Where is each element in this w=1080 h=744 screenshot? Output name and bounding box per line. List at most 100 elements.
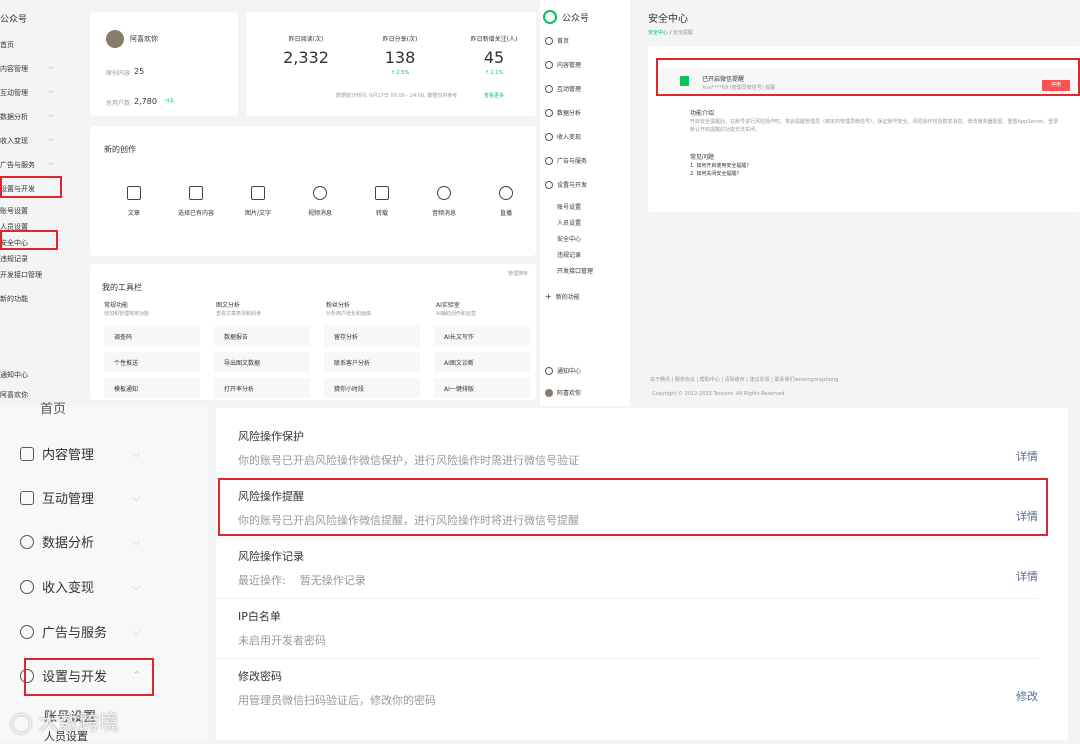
highlight-status: [656, 58, 1080, 96]
nav-label: 广告与服务: [557, 158, 588, 165]
overview-value: 45: [483, 48, 505, 67]
nav-analytics[interactable]: 数据分析: [545, 108, 581, 117]
overview-label: 昨日新增关注(人): [470, 36, 518, 43]
nav-security-center[interactable]: 安全中心: [557, 234, 581, 243]
nav-label: 收入变现: [42, 581, 95, 596]
plus-icon: +: [545, 292, 552, 301]
nav-staff-settings[interactable]: 人员设置: [557, 218, 581, 227]
nav-ads[interactable]: 广告与服务 ⌵: [20, 622, 140, 641]
nav-dev-api[interactable]: 开发接口管理: [557, 266, 593, 275]
footer-link[interactable]: 关于腾讯: [650, 377, 670, 383]
nav-label: 内容管理: [557, 62, 582, 69]
user-card: 阿喜欢你 原创内容 25 总用户数 2,780 +1: [90, 12, 238, 116]
highlight-settings: [0, 176, 62, 198]
nav-label: 设置与开发: [557, 182, 588, 189]
nav-new-features[interactable]: + 新的功能: [545, 292, 580, 301]
nav-account-settings[interactable]: 账号设置: [557, 202, 581, 211]
tool-item[interactable]: 导出图文数据: [214, 352, 310, 372]
create-existing[interactable]: 选择已有内容: [168, 186, 224, 217]
nav-user[interactable]: 阿喜欢你: [0, 390, 28, 400]
avatar: [545, 388, 553, 397]
nav-home[interactable]: 首页: [545, 36, 569, 45]
faq-item[interactable]: 1. 如何开启使用安全提醒?: [690, 162, 749, 169]
tool-item[interactable]: AI一键排版: [434, 378, 530, 398]
nav-user[interactable]: 阿喜欢你: [545, 388, 581, 397]
tool-item[interactable]: 模板通知: [104, 378, 200, 398]
tool-label: 数据报告: [224, 333, 249, 341]
tool-item[interactable]: AI图文诊断: [434, 352, 530, 372]
nav-content[interactable]: 内容管理: [0, 64, 28, 74]
image-icon: [251, 186, 265, 200]
nav-violations[interactable]: 违规记录: [0, 254, 28, 264]
tool-cat[interactable]: 粉丝分析: [326, 300, 350, 309]
row-desc: 用管理员微信扫码验证后，修改你的密码: [238, 694, 436, 707]
tool-cat[interactable]: 图文分析: [216, 300, 240, 309]
manage-sort-link[interactable]: 管理排序: [508, 270, 528, 277]
detail-link[interactable]: 详情: [1016, 448, 1038, 464]
create-repost[interactable]: 转载: [354, 186, 410, 217]
chevron-down-icon: ⌵: [132, 490, 141, 504]
nav-interaction[interactable]: 互动管理: [545, 84, 581, 93]
nav-settings[interactable]: 设置与开发: [545, 180, 587, 189]
nav-interaction[interactable]: 互动管理 ⌵: [20, 488, 140, 507]
nav-monetize[interactable]: 收入变现: [0, 136, 28, 146]
create-image-text[interactable]: 图片/文字: [230, 186, 286, 217]
nav-account-settings[interactable]: 账号设置: [0, 206, 28, 216]
overview-more-link[interactable]: 查看更多: [484, 92, 504, 99]
tool-item[interactable]: 调查码: [104, 326, 200, 346]
nav-dev-api[interactable]: 开发接口管理: [0, 270, 42, 280]
nav-notifications[interactable]: 通知中心: [0, 370, 28, 380]
footer-link[interactable]: 清除缓存: [725, 377, 745, 383]
tool-item[interactable]: 留存分析: [324, 326, 420, 346]
copyright: Copyright © 2012-2025 Tencent. All Right…: [652, 391, 787, 397]
nav-new-features[interactable]: 新的功能: [0, 294, 28, 304]
row-desc: 你的账号已开启风险操作微信保护，进行风险操作时需进行微信号验证: [238, 454, 579, 467]
footer-link[interactable]: 服务协议: [675, 377, 695, 383]
nav-ads[interactable]: 广告与服务: [545, 156, 587, 165]
create-label: 转载: [375, 210, 388, 217]
nav-analytics[interactable]: 数据分析: [0, 112, 28, 122]
nav-analytics[interactable]: 数据分析 ⌵: [20, 532, 140, 551]
article-icon: [127, 186, 141, 200]
footer-links: 关于腾讯 | 服务协议 | 帮助中心 | 清除缓存 | 建议反馈 | 联系我们w…: [650, 377, 839, 383]
footer-link[interactable]: 联系我们weixingongzhong: [774, 377, 838, 383]
breadcrumb-link[interactable]: 安全中心: [648, 30, 668, 36]
detail-link[interactable]: 详情: [1016, 568, 1038, 584]
footer-link[interactable]: 建议反馈: [750, 377, 770, 383]
tool-cat[interactable]: 常规功能: [104, 300, 128, 309]
create-video[interactable]: 视频消息: [292, 186, 348, 217]
create-audio[interactable]: 音频消息: [416, 186, 472, 217]
nav-home[interactable]: 首页: [40, 398, 66, 417]
overview-value: 138: [384, 48, 416, 67]
nav-monetize[interactable]: 收入变现 ⌵: [20, 577, 140, 596]
compass-icon: [20, 624, 34, 639]
nav-ads[interactable]: 广告与服务: [0, 160, 35, 170]
nav-content[interactable]: 内容管理: [545, 60, 581, 69]
chat-icon: [20, 490, 34, 505]
tool-cat-desc: 分析用户增长和画像: [326, 311, 372, 317]
nav-interaction[interactable]: 互动管理: [0, 88, 28, 98]
tool-item[interactable]: 联系客户分析: [324, 352, 420, 372]
tool-cat[interactable]: AI实验室: [436, 300, 460, 309]
faq-item[interactable]: 2. 如何关闭安全提醒?: [690, 170, 739, 177]
nav-notifications[interactable]: 通知中心: [545, 366, 581, 375]
highlight-settings: [24, 658, 154, 696]
tool-item[interactable]: 猜你小时段: [324, 378, 420, 398]
watermark: ◯ 大数跨境: [10, 706, 119, 735]
modify-link[interactable]: 修改: [1016, 688, 1038, 704]
tool-item[interactable]: 数据报告: [214, 326, 310, 346]
nav-violations[interactable]: 违规记录: [557, 250, 581, 259]
tool-item[interactable]: AI长文写作: [434, 326, 530, 346]
tool-item[interactable]: 打开率分析: [214, 378, 310, 398]
nav-monetize[interactable]: 收入变现: [545, 132, 581, 141]
create-live[interactable]: 直播: [478, 186, 534, 217]
footer-link[interactable]: 帮助中心: [700, 377, 720, 383]
document-icon: [545, 60, 553, 69]
left-sidebar: 公众号 首页 内容管理 ⌵ 互动管理 ⌵ 数据分析 ⌵ 收入变现 ⌵ 广告与服务 ⌵ 设置…: [0, 0, 80, 400]
nav-home[interactable]: 首页: [0, 40, 14, 50]
stat-label: 原创内容: [106, 70, 131, 77]
nav-content[interactable]: 内容管理 ⌵: [20, 444, 140, 463]
tool-item[interactable]: 个性推送: [104, 352, 200, 372]
chevron-down-icon: ⌵: [132, 579, 141, 593]
create-article[interactable]: 文章: [106, 186, 162, 217]
